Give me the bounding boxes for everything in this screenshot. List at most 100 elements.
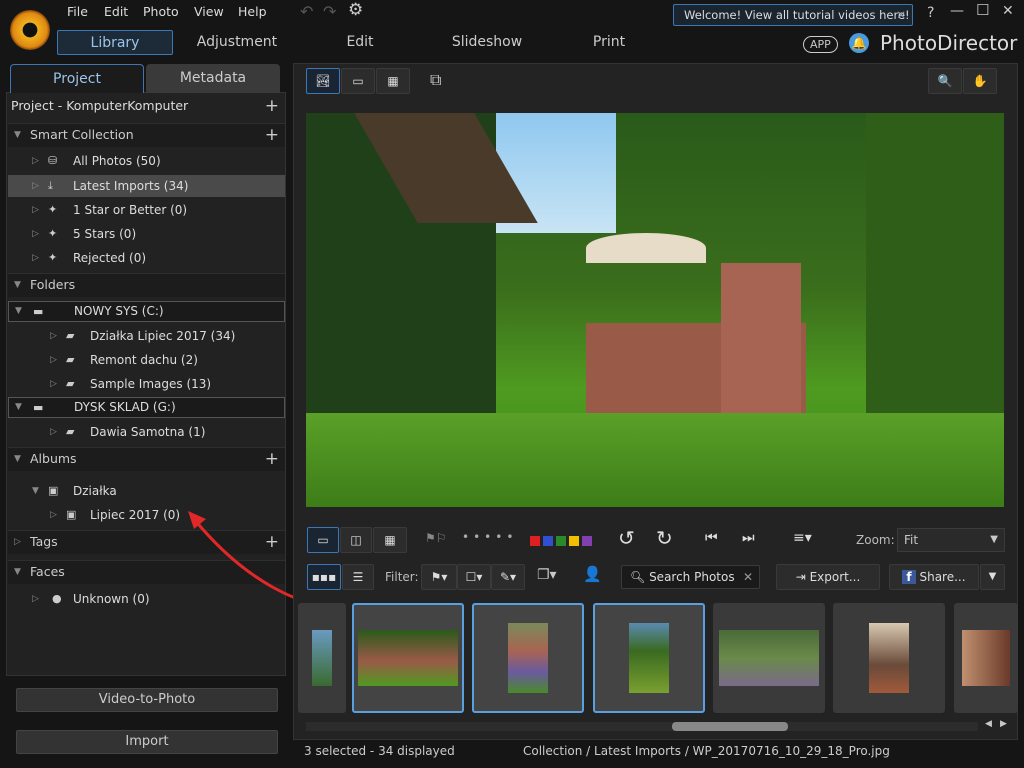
close-window-icon[interactable]: ✕ (1002, 3, 1014, 19)
import-icon: ⤓ (48, 179, 53, 192)
thumbnail[interactable] (713, 603, 825, 713)
scroll-right-icon[interactable]: ▶ (1000, 719, 1007, 729)
section-albums[interactable]: ▼ Albums + (8, 447, 285, 471)
menu-edit[interactable]: Edit (104, 4, 128, 19)
color-label-blue[interactable] (543, 536, 553, 546)
redo-icon[interactable]: ↷ (323, 2, 336, 21)
list-item[interactable]: ▷ ✦ 1 Star or Better (0) (8, 199, 285, 221)
drive-item[interactable]: ▼ ▬ DYSK SKLAD (G:) (8, 397, 285, 418)
menu-file[interactable]: File (67, 4, 88, 19)
add-icon[interactable]: + (265, 448, 279, 470)
list-item[interactable]: ▷ ✦ 5 Stars (0) (8, 223, 285, 245)
settings-gear-icon[interactable]: ⚙ (348, 0, 363, 20)
scrollbar-thumb[interactable] (672, 722, 788, 731)
layout-multi-button[interactable]: ▦ (373, 527, 407, 553)
list-view-button[interactable]: ☰ (342, 564, 374, 590)
thumbnail[interactable] (298, 603, 346, 713)
folder-item[interactable]: ▷ ▰ Sample Images (13) (8, 373, 285, 395)
project-title-row: Project - KomputerKomputer + (8, 95, 285, 117)
section-smart-collection[interactable]: ▼ Smart Collection + (8, 123, 285, 147)
maximize-icon[interactable]: ☐ (976, 1, 989, 19)
tab-print[interactable]: Print (551, 30, 667, 55)
next-photo-icon[interactable]: ⏭ (742, 530, 755, 546)
color-label-red[interactable] (530, 536, 540, 546)
list-item[interactable]: ▷ ✦ Rejected (0) (8, 247, 285, 269)
tab-adjustment[interactable]: Adjustment (179, 30, 295, 55)
menu-help[interactable]: Help (238, 4, 267, 19)
welcome-banner[interactable]: Welcome! View all tutorial videos here! … (673, 4, 913, 26)
view-grid-button[interactable]: ▦ (376, 68, 410, 94)
undo-icon[interactable]: ↶ (300, 2, 313, 21)
sort-icon[interactable]: ≡▾ (793, 530, 812, 546)
share-button[interactable]: f Share... (889, 564, 979, 590)
tab-edit[interactable]: Edit (302, 30, 418, 55)
filmstrip-scrollbar[interactable] (306, 722, 978, 731)
share-dropdown[interactable]: ▼ (980, 564, 1005, 590)
layout-compare-button[interactable]: ◫ (340, 527, 372, 553)
tab-slideshow[interactable]: Slideshow (429, 30, 545, 55)
section-folders[interactable]: ▼ Folders (8, 273, 285, 297)
view-viewer-button[interactable]: 🏞 (306, 68, 340, 94)
app-logo (10, 10, 50, 50)
search-photos-input[interactable]: 🔍︎ Search Photos ✕ (621, 565, 760, 589)
folder-item[interactable]: ▷ ▰ Działka Lipiec 2017 (34) (8, 325, 285, 347)
rotate-right-icon[interactable]: ↻ (656, 526, 673, 550)
stack-icon[interactable]: ❐▾ (537, 567, 557, 583)
video-to-photo-button[interactable]: Video-to-Photo (16, 688, 278, 712)
tab-project[interactable]: Project (10, 64, 144, 93)
export-button[interactable]: ⇥ Export... (776, 564, 880, 590)
folder-icon: ▰ (66, 353, 75, 366)
thumbnail[interactable] (833, 603, 945, 713)
tab-library[interactable]: Library (57, 30, 173, 55)
color-label-purple[interactable] (582, 536, 592, 546)
menu-view[interactable]: View (194, 4, 224, 19)
folder-item[interactable]: ▷ ▰ Remont dachu (2) (8, 349, 285, 371)
photo-preview[interactable] (306, 113, 1004, 507)
zoom-select[interactable]: Fit ▼ (897, 528, 1005, 552)
color-label-green[interactable] (556, 536, 566, 546)
tab-metadata[interactable]: Metadata (146, 64, 280, 93)
import-button[interactable]: Import (16, 730, 278, 754)
flag-icon[interactable]: ⚑⚐ (425, 531, 447, 545)
close-icon[interactable]: ✕ (896, 5, 906, 25)
app-badge[interactable]: APP (803, 36, 838, 53)
welcome-text[interactable]: Welcome! View all tutorial videos here! (684, 8, 910, 22)
folder-item[interactable]: ▷ ▰ Dawia Samotna (1) (8, 421, 285, 443)
scroll-left-icon[interactable]: ◀ (985, 719, 992, 729)
thumbnail[interactable] (954, 603, 1018, 713)
notification-bell-icon[interactable]: 🔔 (849, 33, 869, 53)
rotate-left-icon[interactable]: ↺ (618, 526, 635, 550)
item-label: DYSK SKLAD (G:) (74, 400, 176, 414)
second-display-icon[interactable]: ⧉ (430, 70, 441, 90)
thumbnail-selected[interactable] (593, 603, 705, 713)
list-item[interactable]: ▷ ⤓ Latest Imports (34) (8, 175, 285, 197)
layout-single-button[interactable]: ▭ (307, 527, 339, 553)
add-icon[interactable]: + (265, 95, 279, 117)
minimize-icon[interactable]: — (950, 3, 964, 19)
filter-label-dropdown[interactable]: ☐▾ (457, 564, 491, 590)
view-single-button[interactable]: ▭ (341, 68, 375, 94)
list-item[interactable]: ▷ ⛁ All Photos (50) (8, 150, 285, 172)
filter-edit-dropdown[interactable]: ✎▾ (491, 564, 525, 590)
item-label: Działka Lipiec 2017 (34) (90, 329, 236, 343)
app-title: PhotoDirector (880, 31, 1018, 55)
item-label: Sample Images (13) (90, 377, 212, 391)
star-rating[interactable]: ••••• (462, 530, 517, 544)
thumbnail-selected[interactable] (472, 603, 584, 713)
thumbnail-selected[interactable] (352, 603, 464, 713)
clear-search-icon[interactable]: ✕ (743, 566, 753, 588)
menu-photo[interactable]: Photo (143, 4, 179, 19)
color-labels[interactable] (530, 535, 595, 549)
filmstrip-view-button[interactable]: ▪▪▪ (307, 564, 341, 590)
add-person-icon[interactable]: 👤 (583, 565, 602, 583)
help-button[interactable]: ? (927, 5, 934, 21)
album-group[interactable]: ▼ ▣ Działka (8, 480, 285, 502)
folder-icon: ▰ (66, 329, 75, 342)
filter-flag-dropdown[interactable]: ⚑▾ (421, 564, 457, 590)
pan-hand-button[interactable]: ✋ (963, 68, 997, 94)
add-icon[interactable]: + (265, 124, 279, 146)
drive-item[interactable]: ▼ ▬ NOWY SYS (C:) (8, 301, 285, 322)
previous-photo-icon[interactable]: ⏮ (705, 530, 718, 546)
color-label-yellow[interactable] (569, 536, 579, 546)
zoom-tool-button[interactable]: 🔍 (928, 68, 962, 94)
